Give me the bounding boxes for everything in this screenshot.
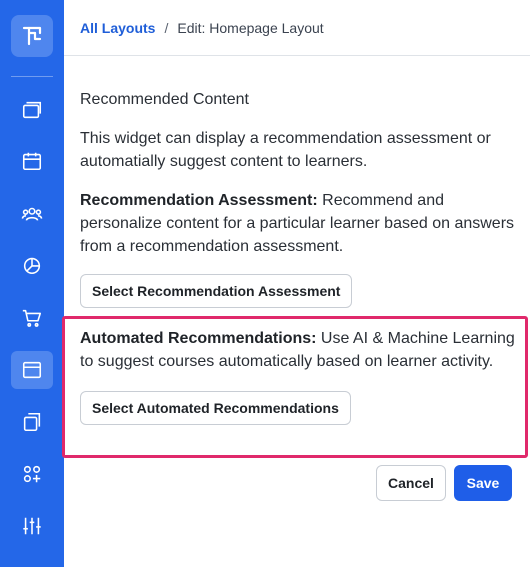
breadcrumb-link-all-layouts[interactable]: All Layouts xyxy=(80,20,155,36)
assessment-description: Recommendation Assessment: Recommend and… xyxy=(80,189,520,258)
calendar-icon[interactable] xyxy=(11,142,53,180)
logo-icon[interactable] xyxy=(11,15,53,57)
sidebar-divider xyxy=(11,76,53,77)
users-icon[interactable] xyxy=(11,195,53,233)
settings-sliders-icon[interactable] xyxy=(11,507,53,545)
pages-icon[interactable] xyxy=(11,403,53,441)
breadcrumb-current-page: Edit: Homepage Layout xyxy=(177,19,324,36)
apps-icon[interactable] xyxy=(11,455,53,493)
assessment-heading: Recommendation Assessment: xyxy=(80,192,318,209)
select-recommendation-assessment-button[interactable]: Select Recommendation Assessment xyxy=(80,274,353,308)
cancel-button[interactable]: Cancel xyxy=(376,465,446,501)
save-button[interactable]: Save xyxy=(454,465,512,501)
layout-icon[interactable] xyxy=(11,351,53,389)
highlight-box xyxy=(62,316,528,458)
courses-icon[interactable] xyxy=(11,91,53,129)
cart-icon[interactable] xyxy=(11,299,53,337)
breadcrumb-separator: / xyxy=(164,19,169,36)
widget-title: Recommended Content xyxy=(80,91,249,108)
sidebar xyxy=(0,0,64,567)
breadcrumb: All Layouts / Edit: Homepage Layout xyxy=(64,0,530,56)
reports-icon[interactable] xyxy=(11,246,53,284)
widget-description: This widget can display a recommendation… xyxy=(80,130,491,170)
